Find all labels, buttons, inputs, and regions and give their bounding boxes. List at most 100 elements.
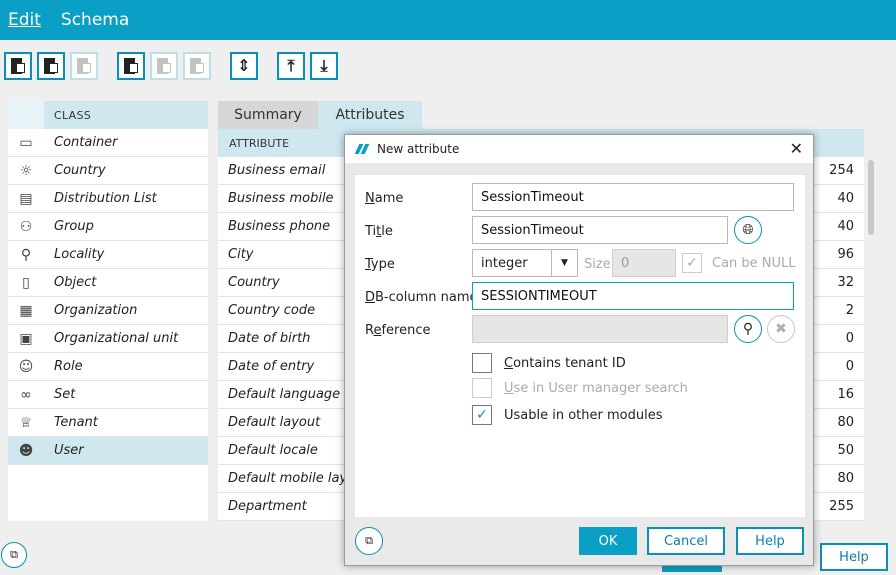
class-item-tenant[interactable]: ♕ Tenant [8, 409, 208, 437]
reference-search-button[interactable]: ⚲ [734, 315, 762, 343]
type-select[interactable]: integer ▼ [472, 249, 578, 277]
attribute-list-scrollbar[interactable] [866, 155, 876, 521]
usable-in-other-modules-checkbox[interactable]: ✓ [472, 405, 492, 425]
dbcolumn-label: DB-column name [365, 290, 478, 305]
layout-window-icon: ⧉ [365, 534, 373, 547]
upload-icon: ⤒ [287, 56, 295, 75]
search-icon: ⚲ [742, 321, 754, 337]
class-item-organization[interactable]: ▦ Organization [8, 297, 208, 325]
ok-label: OK [598, 533, 618, 549]
class-item-label: Container [54, 135, 118, 150]
class-item-role[interactable]: ☺ Role [8, 353, 208, 381]
title-label: Title [365, 224, 393, 239]
main-help-label: Help [839, 549, 869, 565]
delete-class-icon [76, 57, 92, 75]
attribute-length: 80 [837, 415, 854, 430]
detail-tabs: Summary Attributes [218, 101, 422, 129]
class-item-country[interactable]: ☼ Country [8, 157, 208, 185]
class-item-user[interactable]: ☻ User [8, 437, 208, 465]
edit-class-button[interactable] [37, 52, 65, 80]
tab-summary-label: Summary [234, 107, 302, 123]
class-item-label: Organizational unit [54, 331, 179, 346]
title-field[interactable]: SessionTimeout [472, 216, 728, 244]
import-button[interactable]: ⤓ [310, 52, 338, 80]
group-icon: ⚇ [19, 218, 33, 235]
cancel-button[interactable]: Cancel [647, 527, 725, 555]
attribute-name: Date of entry [228, 359, 315, 374]
can-be-null-checkbox[interactable]: ✓ [682, 253, 702, 273]
main-layout-button[interactable]: ⧉ [1, 542, 27, 568]
type-label: Type [365, 257, 395, 272]
attribute-length: 40 [837, 191, 854, 206]
tab-attributes-label: Attributes [335, 107, 405, 123]
class-item-organizational-unit[interactable]: ▣ Organizational unit [8, 325, 208, 353]
delete-attribute-button[interactable] [183, 52, 211, 80]
attribute-name: Default layout [228, 415, 321, 430]
organization-building-icon: ▦ [19, 302, 33, 319]
name-field[interactable]: SessionTimeout [472, 183, 794, 211]
class-item-label: Role [54, 359, 83, 374]
class-item-group[interactable]: ⚇ Group [8, 213, 208, 241]
class-item-label: Object [54, 275, 97, 290]
translate-title-button[interactable]: 🌐︎ [734, 216, 762, 244]
export-button[interactable]: ⤒ [277, 52, 305, 80]
reference-field[interactable] [472, 315, 728, 343]
attribute-length: 254 [829, 163, 854, 178]
contains-tenant-id-checkbox[interactable] [472, 353, 492, 373]
folder-icon: ▭ [19, 134, 33, 151]
reference-clear-button[interactable]: ✖ [767, 315, 795, 343]
type-select-value: integer [481, 255, 528, 271]
cancel-label: Cancel [663, 533, 709, 549]
close-icon[interactable]: ✕ [790, 139, 803, 158]
ok-button[interactable]: OK [579, 527, 637, 555]
class-item-distribution-list[interactable]: ▤ Distribution List [8, 185, 208, 213]
edit-attribute-button[interactable] [150, 52, 178, 80]
class-list-header: CLASS [8, 101, 208, 129]
class-column-header: CLASS [54, 108, 92, 122]
class-item-locality[interactable]: ⚲ Locality [8, 241, 208, 269]
attribute-length: 80 [837, 471, 854, 486]
can-be-null-label: Can be NULL [712, 256, 796, 271]
toolbar: ⇕ ⤒ ⤓ [0, 40, 896, 94]
menu-edit[interactable]: Edit [8, 10, 41, 30]
class-item-container[interactable]: ▭ Container [8, 129, 208, 157]
dbcolumn-field[interactable]: SESSIONTIMEOUT [472, 282, 794, 310]
locality-pin-icon: ⚲ [20, 246, 32, 263]
attribute-length: 32 [837, 275, 854, 290]
tab-summary[interactable]: Summary [218, 101, 318, 129]
new-class-icon [10, 57, 26, 75]
dialog-layout-button[interactable]: ⧉ [355, 527, 383, 555]
clear-x-icon: ✖ [775, 321, 787, 337]
dialog-title: New attribute [377, 142, 460, 156]
class-item-set[interactable]: ∞ Set [8, 381, 208, 409]
class-item-label: Tenant [54, 415, 98, 430]
menu-schema[interactable]: Schema [61, 10, 129, 30]
attribute-length: 2 [845, 303, 854, 318]
use-in-user-manager-search-checkbox[interactable] [472, 378, 492, 398]
attribute-length: 50 [837, 443, 854, 458]
attribute-length: 0 [845, 331, 854, 346]
new-attribute-dialog: New attribute ✕ Name SessionTimeout Titl… [344, 134, 814, 566]
attribute-length: 40 [837, 219, 854, 234]
scrollbar-thumb[interactable] [868, 160, 874, 235]
sort-button[interactable]: ⇕ [230, 52, 258, 80]
main-ok-button-edge [662, 566, 722, 572]
new-class-button[interactable] [4, 52, 32, 80]
delete-class-button[interactable] [70, 52, 98, 80]
class-item-label: User [54, 443, 84, 458]
attribute-name: Country code [228, 303, 316, 318]
organizational-unit-icon: ▣ [19, 330, 33, 347]
name-label: Name [365, 191, 404, 206]
new-attribute-button[interactable] [117, 52, 145, 80]
attribute-name: Default mobile layout [228, 471, 348, 486]
menu-schema-label: Schema [60, 10, 130, 30]
class-item-label: Set [54, 387, 76, 402]
edit-class-icon [43, 57, 59, 75]
attribute-name: Country [228, 275, 280, 290]
help-button[interactable]: Help [736, 527, 804, 555]
class-item-object[interactable]: ▯ Object [8, 269, 208, 297]
size-field[interactable]: 0 [612, 249, 676, 277]
attribute-name: Default locale [228, 443, 318, 458]
main-help-button[interactable]: Help [820, 543, 888, 571]
tab-attributes[interactable]: Attributes [318, 101, 422, 129]
